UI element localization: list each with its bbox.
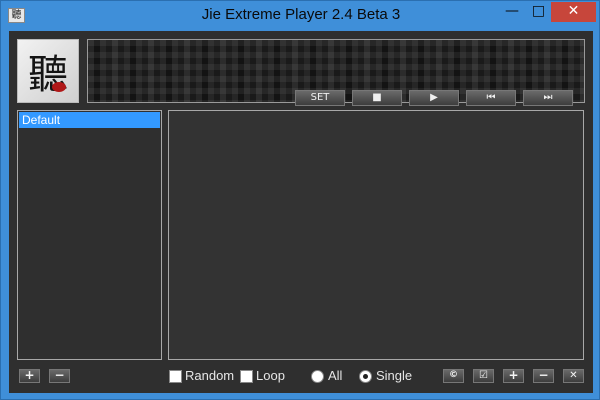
title-bar[interactable]: 聽 Jie Extreme Player 2.4 Beta 3 — □ ✕ — [1, 1, 600, 31]
banner-panel: SET ■ ▶ ⏮ ⏭ — [87, 39, 585, 106]
client-area: 聽 SET ■ ▶ ⏮ ⏭ Default + − Random Loop Al… — [9, 31, 593, 393]
close-button[interactable]: ✕ — [551, 2, 596, 22]
single-label[interactable]: Single — [376, 368, 412, 384]
minimize-button[interactable]: — — [499, 2, 525, 22]
delete-track-button[interactable]: ✕ — [563, 369, 584, 383]
track-list-panel[interactable] — [168, 110, 584, 360]
select-all-button[interactable]: ☑ — [473, 369, 494, 383]
next-button[interactable]: ⏭ — [523, 90, 573, 106]
maximize-button[interactable]: □ — [526, 2, 551, 22]
copy-button[interactable]: © — [443, 369, 464, 383]
app-window: 聽 Jie Extreme Player 2.4 Beta 3 — □ ✕ 聽 … — [0, 0, 600, 400]
previous-button[interactable]: ⏮ — [466, 90, 516, 106]
playlist-panel[interactable]: Default — [17, 110, 162, 360]
loop-checkbox[interactable] — [240, 370, 253, 383]
all-radio[interactable] — [311, 370, 324, 383]
random-label[interactable]: Random — [185, 368, 234, 384]
remove-track-button[interactable]: − — [533, 369, 554, 383]
logo-image: 聽 — [17, 39, 79, 103]
remove-playlist-button[interactable]: − — [49, 369, 70, 383]
single-radio[interactable] — [359, 370, 372, 383]
loop-label[interactable]: Loop — [256, 368, 285, 384]
playlist-item-default[interactable]: Default — [19, 112, 160, 128]
add-track-button[interactable]: + — [503, 369, 524, 383]
stop-button[interactable]: ■ — [352, 90, 402, 106]
set-button[interactable]: SET — [295, 90, 345, 106]
add-playlist-button[interactable]: + — [19, 369, 40, 383]
logo-glyph: 聽 — [28, 52, 68, 98]
play-button[interactable]: ▶ — [409, 90, 459, 106]
random-checkbox[interactable] — [169, 370, 182, 383]
all-label[interactable]: All — [328, 368, 342, 384]
